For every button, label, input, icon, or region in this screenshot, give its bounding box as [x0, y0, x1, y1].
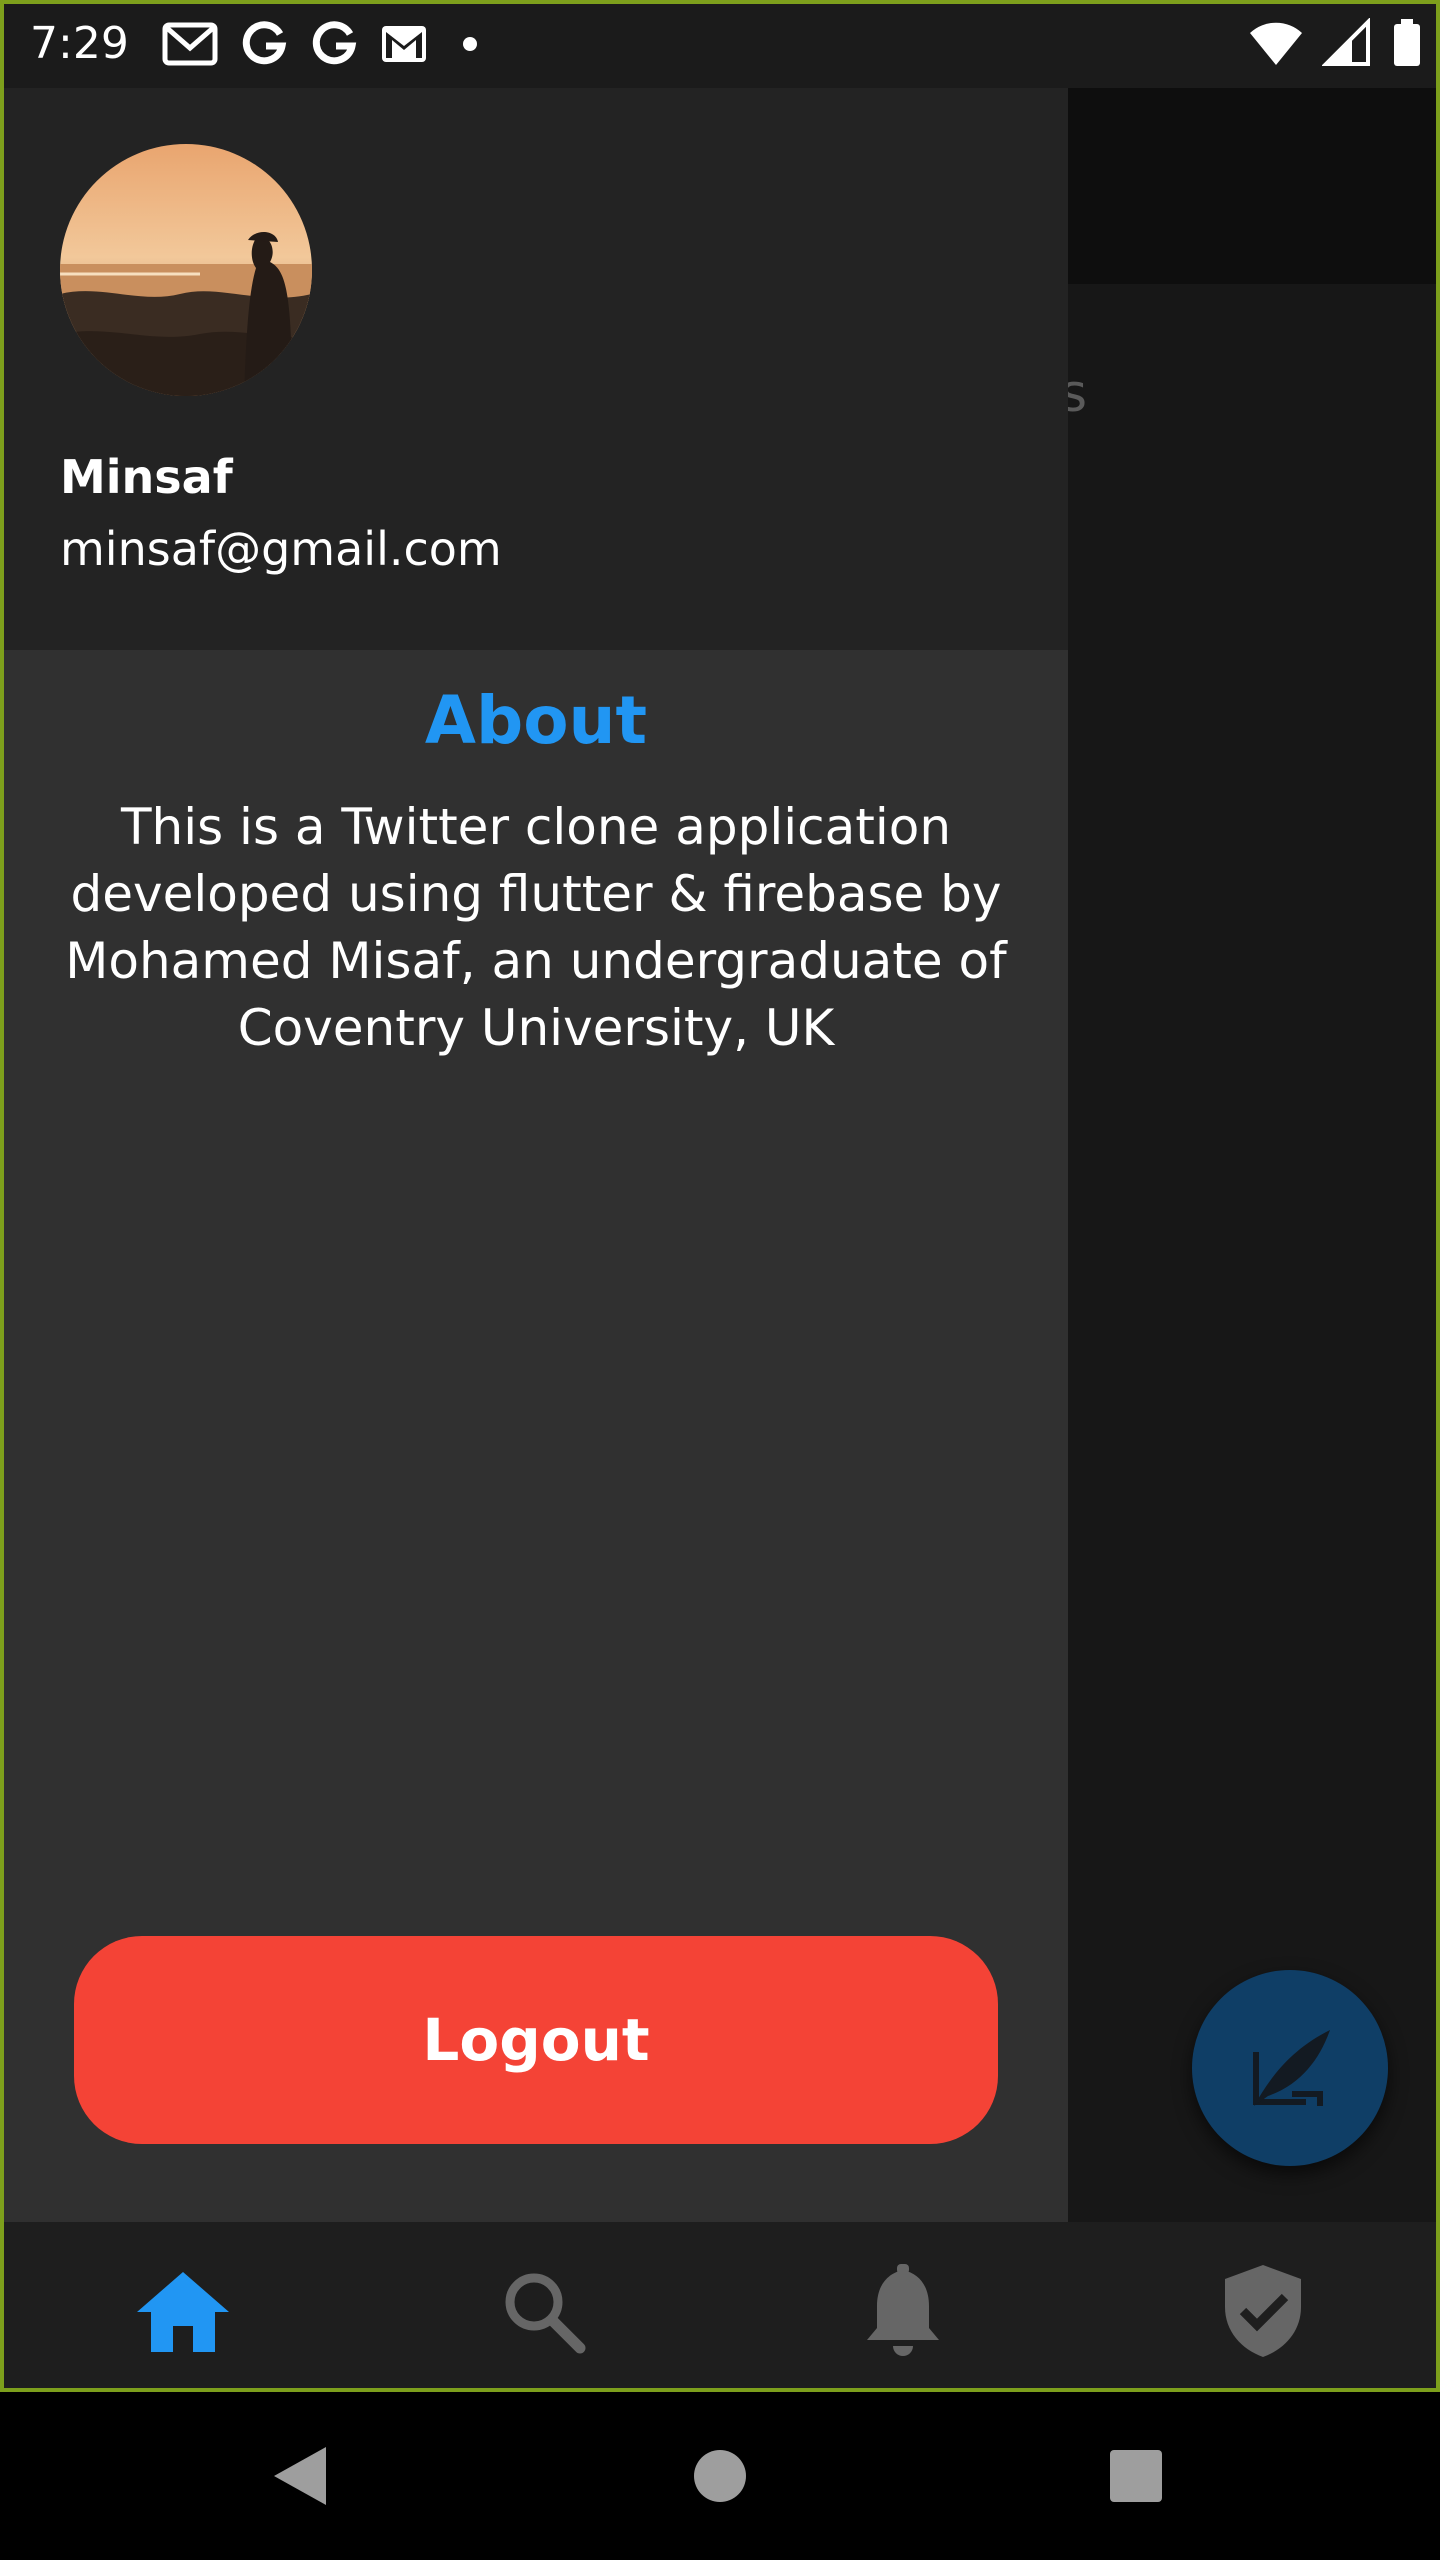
notification-icons [162, 20, 490, 68]
about-title: About [424, 682, 648, 759]
nav-search[interactable] [488, 2256, 598, 2366]
nav-verified[interactable] [1208, 2256, 1318, 2366]
about-text: This is a Twitter clone application deve… [65, 798, 1007, 1057]
nav-home[interactable] [128, 2256, 238, 2366]
back-triangle-icon [274, 2447, 326, 2505]
compose-tweet-button[interactable] [1192, 1970, 1388, 2166]
recents-button[interactable] [1096, 2436, 1176, 2516]
drawer-header: Minsaf minsaf@gmail.com [4, 88, 1068, 650]
gmail-icon [382, 26, 426, 62]
google-icon [242, 21, 287, 65]
status-bar: 7:29 [4, 4, 1436, 88]
feather-icon [1253, 2030, 1330, 2106]
system-navigation-bar [0, 2392, 1440, 2560]
battery-icon [1394, 19, 1420, 66]
shield-check-icon [1225, 2265, 1301, 2357]
status-time: 7:29 [30, 18, 129, 69]
system-icons [1248, 18, 1422, 68]
back-button[interactable] [260, 2436, 340, 2516]
avatar-photo [60, 144, 312, 396]
nav-notifications[interactable] [848, 2256, 958, 2366]
home-circle-icon [694, 2450, 746, 2502]
home-icon [137, 2272, 229, 2352]
google-icon [312, 21, 357, 65]
gmail-icon [162, 22, 218, 66]
bottom-navigation [4, 2222, 1436, 2388]
user-name: Minsaf [60, 450, 233, 504]
recents-square-icon [1110, 2450, 1162, 2502]
bell-icon [867, 2264, 939, 2356]
user-email: minsaf@gmail.com [60, 522, 502, 576]
app-screen: 7:29 s Minsaf minsaf@gmail.com About Thi… [0, 0, 1440, 2392]
logout-button[interactable]: Logout [74, 1936, 998, 2144]
avatar[interactable] [60, 144, 312, 396]
wifi-icon [1250, 22, 1302, 65]
home-button[interactable] [680, 2436, 760, 2516]
signal-icon [1322, 18, 1370, 66]
search-icon [505, 2273, 586, 2354]
navigation-drawer: Minsaf minsaf@gmail.com About This is a … [4, 88, 1068, 2222]
dot-icon [463, 37, 477, 51]
